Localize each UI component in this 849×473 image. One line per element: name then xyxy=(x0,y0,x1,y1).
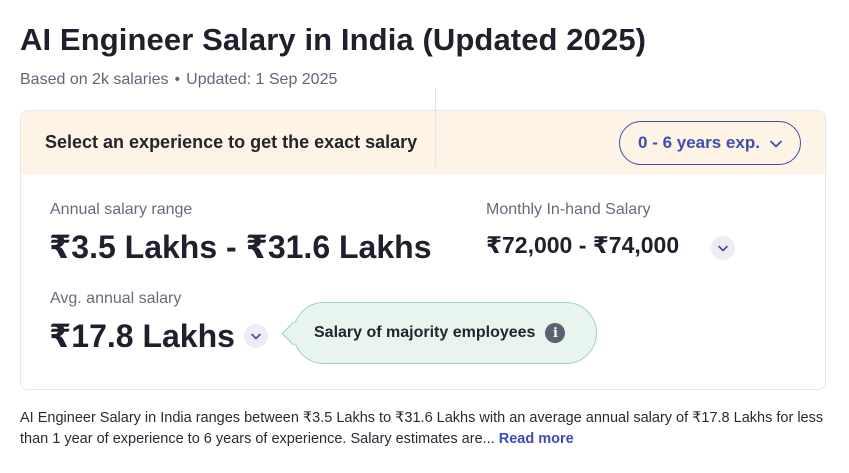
chevron-down-icon xyxy=(251,329,261,343)
page-meta: Based on 2k salaries • Updated: 1 Sep 2025 xyxy=(20,71,337,89)
salary-description: AI Engineer Salary in India ranges betwe… xyxy=(20,408,832,450)
description-text: AI Engineer Salary in India ranges betwe… xyxy=(20,410,824,447)
monthly-salary-label: Monthly In-hand Salary xyxy=(486,201,651,218)
experience-select[interactable]: 0 - 6 years exp. xyxy=(619,120,801,165)
avg-expand-button[interactable] xyxy=(244,324,268,348)
annual-range-value: ₹3.5 Lakhs - ₹31.6 Lakhs xyxy=(49,229,432,265)
chevron-down-icon xyxy=(718,241,728,255)
page-title: AI Engineer Salary in India (Updated 202… xyxy=(20,22,647,57)
experience-banner: Select an experience to get the exact sa… xyxy=(21,111,825,174)
experience-select-label: 0 - 6 years exp. xyxy=(638,132,760,152)
updated-date: Updated: 1 Sep 2025 xyxy=(186,71,338,88)
monthly-salary-value: ₹72,000 - ₹74,000 xyxy=(486,232,680,258)
monthly-expand-button[interactable] xyxy=(711,236,735,260)
chevron-down-icon xyxy=(770,135,782,151)
salary-count: Based on 2k salaries xyxy=(20,71,169,88)
tooltip-text: Salary of majority employees xyxy=(314,324,536,341)
info-icon[interactable]: i xyxy=(545,323,566,343)
read-more-link[interactable]: Read more xyxy=(499,431,574,447)
experience-prompt: Select an experience to get the exact sa… xyxy=(45,132,418,152)
meta-separator: • xyxy=(174,71,181,88)
avg-salary-value: ₹17.8 Lakhs xyxy=(49,318,235,354)
annual-range-label: Annual salary range xyxy=(50,201,193,218)
avg-salary-label: Avg. annual salary xyxy=(50,290,182,307)
majority-salary-tooltip: Salary of majority employees i xyxy=(293,302,597,364)
section-divider xyxy=(435,88,436,166)
